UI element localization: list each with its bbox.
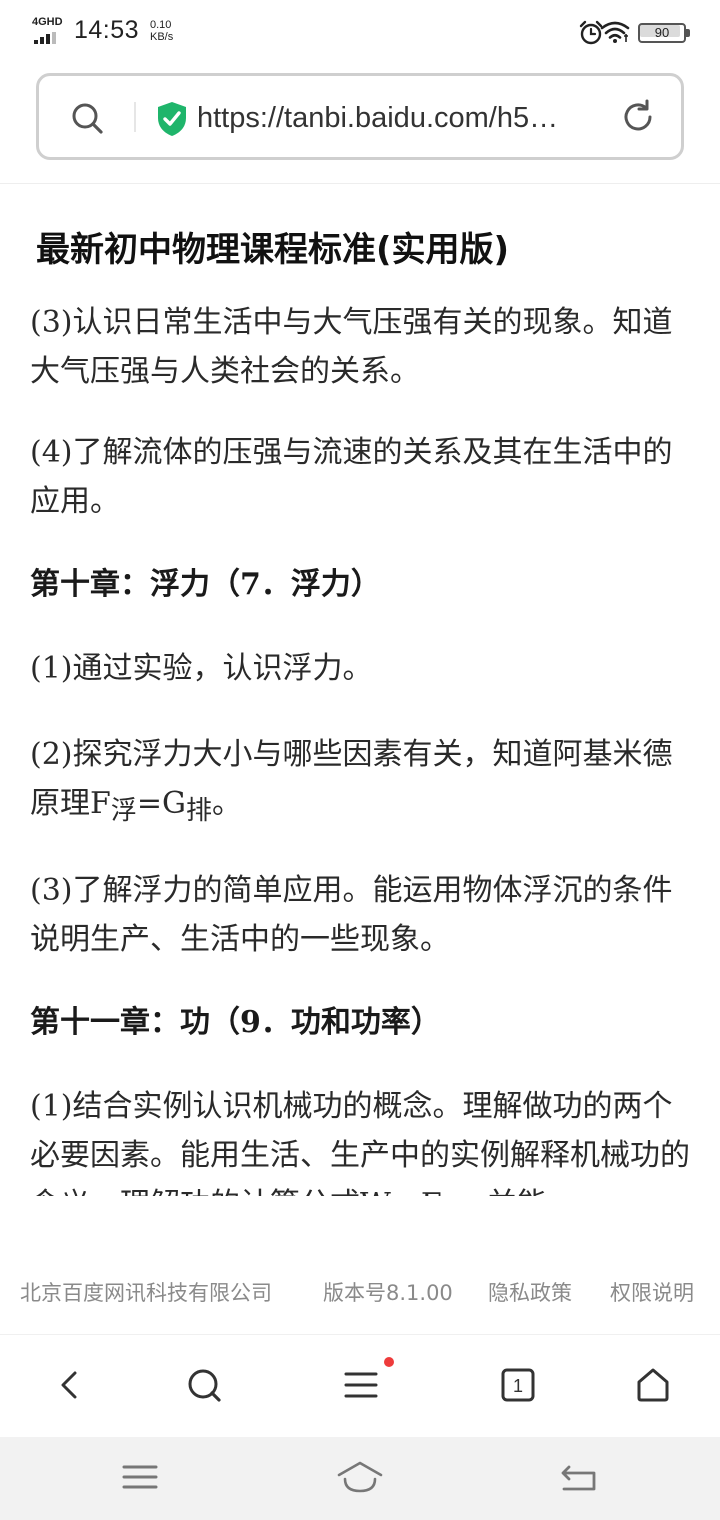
battery-percent: 90 [654, 25, 670, 40]
company-name: 北京百度网讯科技有限公司 [20, 1281, 272, 1305]
document-title: 最新初中物理课程标准(实用版) [36, 230, 510, 270]
network-speed: 0.10 KB/s [150, 19, 173, 43]
network-type-label: 4GHD [32, 16, 63, 28]
menu-icon[interactable] [341, 1365, 381, 1405]
permissions-link[interactable]: 权限说明 [610, 1277, 694, 1307]
tabs-icon[interactable]: 1 [498, 1365, 538, 1405]
reload-icon[interactable] [619, 98, 657, 136]
wifi-icon [600, 20, 630, 44]
article-content[interactable]: 最新初中物理课程标准(实用版) (3)认识日常生活中与大气压强有关的现象。知道大… [0, 184, 720, 1196]
paragraph: (3)认识日常生活中与大气压强有关的现象。知道大气压强与人类社会的关系。 [30, 305, 673, 389]
paragraph: (4)了解流体的压强与流速的关系及其在生活中的应用。 [30, 435, 673, 519]
home-icon[interactable] [633, 1365, 673, 1405]
subscript: 排 [185, 796, 212, 826]
clock: 14:53 [74, 16, 140, 44]
paragraph: (2)探究浮力大小与哪些因素有关，知道阿基米德原理F浮=G排。 [30, 730, 690, 836]
paragraph: (1)结合实例认识机械功的概念。理解做功的两个必要因素。能用生活、生产中的实例解… [30, 1089, 690, 1196]
back-icon[interactable] [50, 1365, 90, 1405]
version-label: 版本号8.1.00 [323, 1281, 453, 1305]
browser-toolbar: 1 [0, 1334, 720, 1437]
back-icon[interactable] [556, 1457, 602, 1497]
home-icon[interactable] [337, 1457, 383, 1497]
signal-icon: 4GHD [32, 16, 66, 46]
footer-links: 北京百度网讯科技有限公司 版本号8.1.00 隐私政策 权限说明 [0, 1262, 720, 1318]
paragraph-text: =G [136, 786, 186, 821]
tab-count: 1 [513, 1376, 523, 1396]
paragraph: (3)了解浮力的简单应用。能运用物体浮沉的条件说明生产、生活中的一些现象。 [30, 873, 673, 957]
address-bar[interactable]: https://tanbi.baidu.com/h5… [36, 73, 684, 160]
chapter-heading: 第十章：浮力（7．浮力） [30, 567, 381, 602]
privacy-link[interactable]: 隐私政策 [488, 1277, 572, 1307]
network-speed-unit: KB/s [150, 31, 174, 43]
url-text[interactable]: https://tanbi.baidu.com/h5… [197, 98, 601, 138]
subscript: 浮 [110, 796, 137, 826]
network-speed-value: 0.10 [150, 19, 172, 31]
paragraph-text: 。 [211, 786, 242, 821]
status-bar: 4GHD 14:53 0.10 KB/s 90 [0, 0, 720, 66]
notification-dot [384, 1357, 394, 1367]
battery-icon: 90 [638, 23, 690, 43]
chapter-heading: 第十一章：功（9．功和功率） [30, 1005, 441, 1040]
system-navigation-bar [0, 1437, 720, 1520]
divider [134, 102, 136, 132]
search-icon[interactable] [184, 1365, 224, 1405]
paragraph: (1)通过实验，认识浮力。 [30, 651, 373, 686]
secure-shield-icon[interactable] [155, 100, 189, 138]
search-icon[interactable] [69, 100, 105, 136]
recent-apps-icon[interactable] [117, 1457, 163, 1497]
